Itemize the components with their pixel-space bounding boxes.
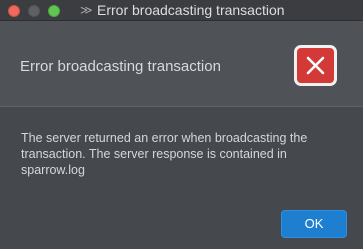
error-dialog-window: ≫ Error broadcasting transaction Error b… (0, 0, 363, 249)
ok-button[interactable]: OK (281, 210, 347, 238)
window-title: Error broadcasting transaction (97, 2, 285, 18)
error-message: The server returned an error when broadc… (21, 131, 308, 177)
close-window-button[interactable] (8, 5, 20, 17)
dialog-header: Error broadcasting transaction (0, 21, 363, 107)
header-title: Error broadcasting transaction (20, 58, 221, 75)
double-chevron-icon: ≫ (80, 3, 93, 17)
title-bar[interactable]: ≫ Error broadcasting transaction (0, 0, 363, 21)
minimize-window-button[interactable] (28, 5, 40, 17)
error-close-icon (294, 45, 337, 86)
maximize-window-button[interactable] (48, 5, 60, 17)
